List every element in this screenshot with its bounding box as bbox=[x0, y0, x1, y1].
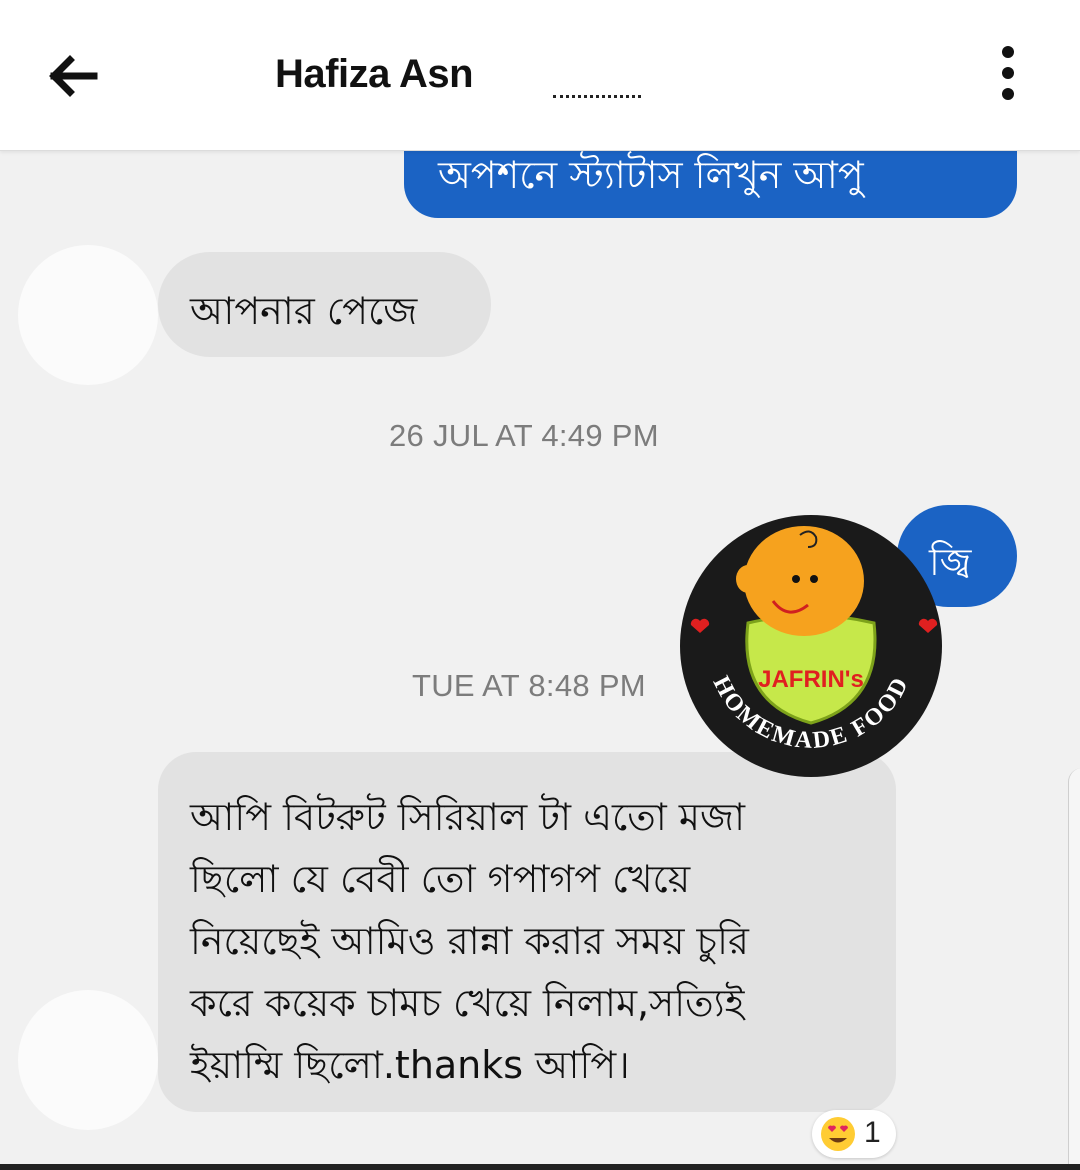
reaction-count: 1 bbox=[864, 1116, 881, 1149]
more-options-button[interactable] bbox=[994, 46, 1022, 108]
message-line: ছিলো যে বেবী তো গপাগপ খেয়ে bbox=[190, 857, 691, 901]
message-timestamp: TUE AT 8:48 PM bbox=[412, 668, 646, 703]
message-line: করে কয়েক চামচ খেয়ে নিলাম,সত্যিই bbox=[190, 981, 745, 1025]
arrow-left-icon bbox=[49, 55, 98, 97]
message-text: আপনার পেজে bbox=[190, 289, 418, 333]
message-line: নিয়েছেই আমিও রান্না করার সময় চুরি bbox=[190, 919, 749, 963]
name-redaction-dots bbox=[553, 93, 641, 98]
more-vertical-icon bbox=[1002, 46, 1014, 58]
message-reaction[interactable]: 1 bbox=[812, 1110, 896, 1158]
jafrins-homemade-food-logo: JAFRIN's HOMEMADE FOOD bbox=[678, 513, 944, 779]
scrollbar-edge[interactable] bbox=[1068, 768, 1080, 1170]
message-text: অপশনে স্ট্যাটাস লিখুন আপু bbox=[438, 153, 864, 197]
message-line: ইয়াম্মি ছিলো.thanks আপি। bbox=[190, 1043, 630, 1087]
more-dot bbox=[1002, 67, 1014, 79]
message-bubble-incoming[interactable]: আপনার পেজে bbox=[158, 252, 491, 357]
bottom-edge bbox=[0, 1164, 1080, 1170]
more-dot bbox=[1002, 88, 1014, 100]
message-timestamp: 26 JUL AT 4:49 PM bbox=[389, 418, 659, 453]
message-bubble-incoming[interactable]: আপি বিটরুট সিরিয়াল টা এতো মজা ছিলো যে ব… bbox=[158, 752, 896, 1112]
contact-name[interactable]: Hafiza Asn bbox=[275, 52, 474, 97]
logo-name: JAFRIN's bbox=[758, 666, 864, 693]
contact-avatar[interactable] bbox=[18, 990, 158, 1130]
message-line: আপি বিটরুট সিরিয়াল টা এতো মজা bbox=[190, 795, 745, 839]
contact-avatar[interactable] bbox=[18, 245, 158, 385]
chat-header: Hafiza Asn bbox=[0, 0, 1080, 151]
heart-eyes-emoji-icon bbox=[821, 1117, 855, 1151]
back-button[interactable] bbox=[48, 52, 98, 100]
